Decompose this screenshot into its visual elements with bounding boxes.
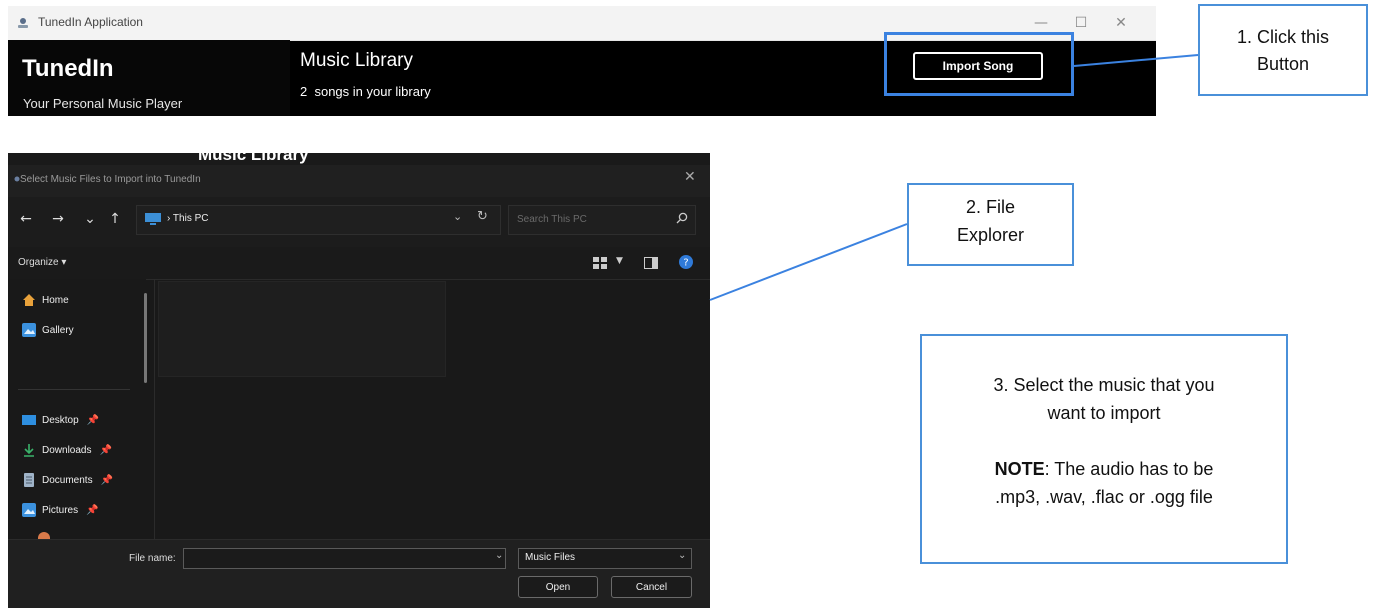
callout-step-1-text: 1. Click this Button <box>1236 27 1330 74</box>
callout-step-1: 1. Click this Button <box>1198 4 1368 96</box>
navigation-pane <box>8 279 146 539</box>
file-open-dialog: Music Library Select Music Files to Impo… <box>8 153 710 608</box>
sidebar-item-label: Home <box>42 294 69 306</box>
forward-button[interactable]: → <box>48 211 68 227</box>
library-count-number: 2 <box>300 84 308 99</box>
library-title: Music Library <box>300 50 413 71</box>
dialog-title: Select Music Files to Import into TunedI… <box>20 174 201 185</box>
gallery-icon <box>22 323 36 337</box>
import-button-highlight <box>884 32 1074 96</box>
sidebar-item-pictures[interactable]: Pictures 📌 <box>22 501 99 519</box>
search-icon[interactable] <box>675 211 689 225</box>
desktop-icon <box>22 415 36 425</box>
brand-title: TunedIn <box>22 55 114 82</box>
dialog-close-icon[interactable]: ✕ <box>684 169 696 185</box>
address-path: › This PC <box>167 213 209 224</box>
sidebar-item-gallery[interactable]: Gallery <box>22 321 74 339</box>
maximize-button[interactable]: ☐ <box>1066 12 1096 34</box>
app-window-title: TunedIn Application <box>38 15 143 29</box>
file-name-label: File name: <box>129 553 176 564</box>
pin-icon[interactable]: 📌 <box>99 445 111 456</box>
view-dropdown-icon[interactable]: ▼ <box>616 256 623 266</box>
file-type-select[interactable]: Music Files <box>518 548 692 569</box>
pictures-icon <box>22 503 36 517</box>
pin-icon[interactable]: 📌 <box>87 415 99 426</box>
sidebar-item-label: Downloads <box>42 444 92 456</box>
callout-step-2: 2. File Explorer <box>907 183 1074 266</box>
view-options-icon[interactable] <box>593 257 607 269</box>
sidebar-item-label: Pictures <box>42 504 79 516</box>
minimize-button[interactable]: — <box>1026 12 1056 34</box>
file-list-area[interactable] <box>158 281 446 377</box>
organize-menu[interactable]: Organize ▾ <box>18 257 66 268</box>
sidebar-item-label: Gallery <box>42 324 74 336</box>
refresh-icon[interactable]: ↻ <box>477 209 488 224</box>
search-input[interactable]: Search This PC <box>508 205 696 235</box>
up-button[interactable]: ↑ <box>105 211 125 227</box>
callout-note-label: NOTE <box>994 459 1045 479</box>
chevron-down-icon[interactable]: ⌄ <box>678 550 686 561</box>
home-icon <box>23 294 35 306</box>
callout-step-3: 3. Select the music that you want to imp… <box>920 334 1288 564</box>
close-button[interactable]: ✕ <box>1106 12 1136 34</box>
connector-step-2 <box>709 223 908 301</box>
brand-panel: TunedIn Your Personal Music Player <box>8 40 290 116</box>
svg-text:?: ? <box>683 258 688 269</box>
pin-icon[interactable]: 📌 <box>101 475 113 486</box>
background-app-strip: Music Library <box>8 153 710 165</box>
background-library-heading: Music Library <box>198 153 309 164</box>
sidebar-scrollbar[interactable] <box>144 293 147 383</box>
sidebar-item-label: Documents <box>42 474 93 486</box>
chevron-down-icon[interactable]: ⌄ <box>453 210 462 223</box>
pin-icon[interactable]: 📌 <box>86 505 98 516</box>
brand-tagline: Your Personal Music Player <box>23 96 183 111</box>
music-icon <box>38 532 50 539</box>
open-button[interactable]: Open <box>518 576 598 598</box>
back-button[interactable]: ← <box>16 211 36 227</box>
preview-pane-icon[interactable] <box>644 257 658 269</box>
sidebar-item-documents[interactable]: Documents 📌 <box>22 471 113 489</box>
documents-icon <box>24 473 34 487</box>
library-count: 2 songs in your library <box>300 84 431 99</box>
sidebar-item-downloads[interactable]: Downloads 📌 <box>22 441 112 459</box>
sidebar-item-desktop[interactable]: Desktop 📌 <box>22 411 99 429</box>
sidebar-item-label: Desktop <box>42 414 79 426</box>
sidebar-divider <box>18 389 130 390</box>
chevron-down-icon[interactable]: ⌄ <box>495 550 503 561</box>
callout-note: NOTE: The audio has to be .mp3, .wav, .f… <box>922 455 1286 511</box>
sidebar-item-home[interactable]: Home <box>22 291 69 309</box>
downloads-icon <box>24 444 34 457</box>
file-name-input[interactable] <box>183 548 506 569</box>
recent-locations-button[interactable]: ⌄ <box>80 211 100 227</box>
help-icon[interactable]: ? <box>679 255 693 269</box>
search-placeholder: Search This PC <box>517 214 587 225</box>
app-logo-icon <box>18 18 28 28</box>
callout-step-3-text: 3. Select the music that you want to imp… <box>993 375 1215 423</box>
cancel-button[interactable]: Cancel <box>611 576 692 598</box>
pane-divider[interactable] <box>154 279 155 539</box>
callout-step-2-text: 2. File Explorer <box>956 197 1025 245</box>
address-bar[interactable]: › This PC ⌄ ↻ <box>136 205 501 235</box>
this-pc-icon <box>145 213 161 225</box>
library-count-suffix: songs in your library <box>314 84 431 99</box>
